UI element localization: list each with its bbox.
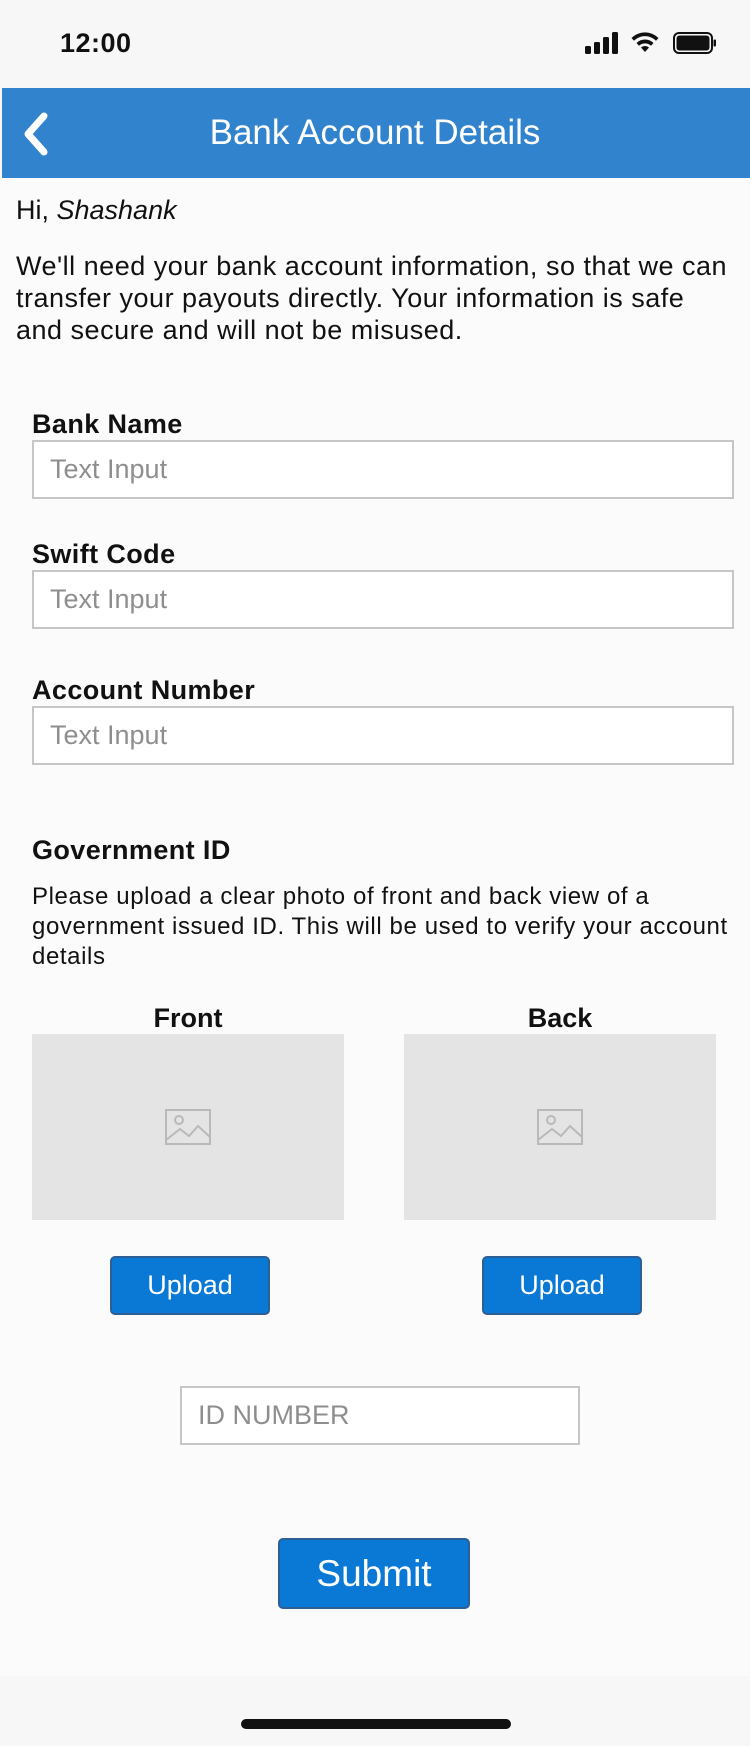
upload-back-button[interactable]: Upload [482,1256,642,1315]
greeting-prefix: Hi, [16,195,57,225]
bank-name-label: Bank Name [32,409,183,439]
back-button[interactable] [16,110,60,158]
battery-icon [673,32,716,54]
user-name: Shashank [56,195,177,225]
swift-code-input[interactable] [32,570,734,629]
account-number-input[interactable] [32,706,734,765]
chevron-left-icon [24,112,48,156]
wifi-icon [631,32,659,52]
id-number-input[interactable] [180,1386,580,1445]
swift-code-label: Swift Code [32,539,176,569]
account-number-label: Account Number [32,675,256,705]
page-title: Bank Account Details [209,113,541,152]
status-bar-time: 12:00 [60,28,132,58]
back-label: Back [527,1003,593,1033]
government-id-title: Government ID [32,835,231,865]
intro-text: We'll need your bank account information… [16,251,728,345]
home-indicator [241,1719,511,1729]
submit-button[interactable]: Submit [278,1538,470,1609]
back-image-placeholder[interactable] [404,1034,716,1220]
greeting: Hi, Shashank [16,195,177,226]
upload-front-button[interactable]: Upload [110,1256,270,1315]
front-image-placeholder[interactable] [32,1034,344,1220]
front-label: Front [153,1003,223,1033]
image-placeholder-icon [165,1109,211,1145]
bank-name-input[interactable] [32,440,734,499]
image-placeholder-icon [537,1109,583,1145]
government-id-description: Please upload a clear photo of front and… [32,883,728,970]
cellular-signal-icon [585,32,621,54]
